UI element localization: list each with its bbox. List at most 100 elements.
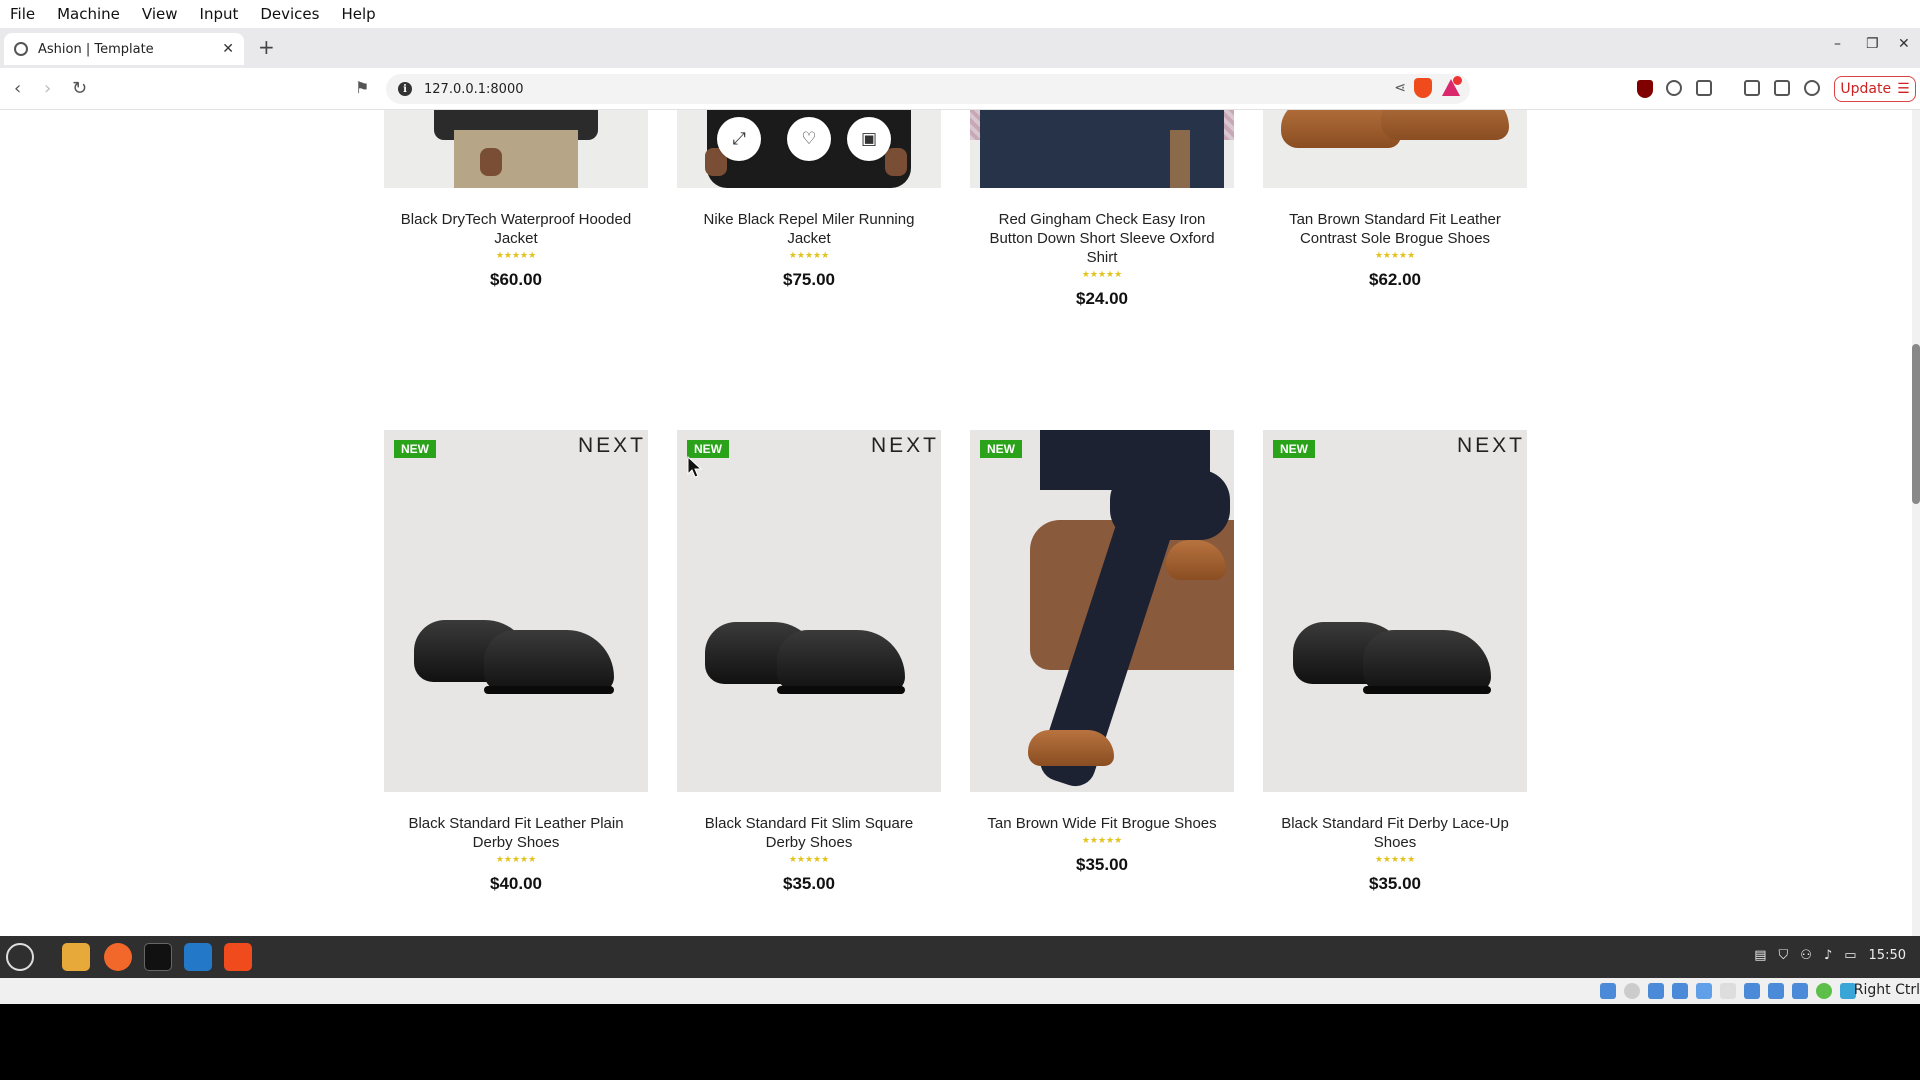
product-image[interactable] — [1263, 110, 1527, 188]
network-icon[interactable]: ⚇ — [1800, 948, 1812, 963]
wallet-icon[interactable] — [1774, 80, 1790, 96]
terminal-icon[interactable] — [144, 943, 172, 971]
restore-icon[interactable]: ❐ — [1866, 36, 1879, 52]
page-scrollbar[interactable] — [1912, 110, 1920, 936]
product-title[interactable]: Black Standard Fit Leather Plain Derby S… — [384, 814, 648, 852]
hdd-icon[interactable] — [1600, 983, 1616, 999]
battery-icon[interactable]: ▭ — [1844, 948, 1856, 963]
product-card[interactable]: NEW NEXT Black Standard Fit Slim Square … — [677, 430, 941, 894]
volume-icon[interactable]: ♪ — [1824, 948, 1832, 963]
leo-ai-icon[interactable] — [1804, 80, 1820, 96]
product-title[interactable]: Black Standard Fit Derby Lace-Up Shoes — [1263, 814, 1527, 852]
product-title[interactable]: Tan Brown Wide Fit Brogue Shoes — [970, 814, 1234, 833]
rating-stars: ★★★★★ — [1081, 836, 1123, 846]
product-price: $35.00 — [1369, 874, 1421, 893]
window-close-icon[interactable]: ✕ — [1898, 36, 1910, 52]
product-image[interactable]: NEW NEXT — [1263, 430, 1527, 792]
product-image[interactable]: ⤢ ♡ ▣ — [677, 110, 941, 188]
notification-badge — [1453, 76, 1462, 85]
product-grid-row-1: Black DryTech Waterproof Hooded Jacket ★… — [384, 110, 1528, 309]
product-card[interactable]: NEW NEXT Black Standard Fit Derby Lace-U… — [1263, 430, 1527, 894]
product-card[interactable]: ⤢ ♡ ▣ Nike Black Repel Miler Running Jac… — [677, 110, 941, 309]
new-tab-button[interactable]: + — [258, 35, 275, 59]
brave-icon[interactable] — [224, 943, 252, 971]
menu-input[interactable]: Input — [200, 5, 239, 23]
share-icon[interactable]: ⋖ — [1394, 80, 1406, 96]
usb-icon[interactable] — [1696, 983, 1712, 999]
product-card[interactable]: Tan Brown Standard Fit Leather Contrast … — [1263, 110, 1527, 309]
sidebar-icon[interactable] — [1744, 80, 1760, 96]
product-title[interactable]: Tan Brown Standard Fit Leather Contrast … — [1263, 210, 1527, 248]
rating-stars: ★★★★★ — [1374, 251, 1416, 261]
close-tab-icon[interactable]: ✕ — [222, 41, 234, 57]
extensions-icon[interactable] — [1666, 80, 1682, 96]
new-badge: NEW — [1273, 440, 1315, 458]
back-icon[interactable]: ‹ — [14, 78, 21, 99]
scrollbar-thumb[interactable] — [1912, 344, 1920, 504]
menu-view[interactable]: View — [142, 5, 178, 23]
menu-help[interactable]: Help — [341, 5, 375, 23]
recording-icon[interactable] — [1768, 983, 1784, 999]
product-image[interactable]: NEW — [970, 430, 1234, 792]
clock[interactable]: 15:50 — [1869, 948, 1906, 963]
menu-machine[interactable]: Machine — [57, 5, 120, 23]
product-title[interactable]: Nike Black Repel Miler Running Jacket — [677, 210, 941, 248]
display-icon[interactable] — [1744, 983, 1760, 999]
menu-file[interactable]: File — [10, 5, 35, 23]
shield-icon[interactable]: ⛉ — [1779, 948, 1789, 963]
rating-stars: ★★★★★ — [788, 251, 830, 261]
system-tray: ▤ ⛉ ⚇ ♪ ▭ 15:50 — [1754, 948, 1906, 963]
files-icon[interactable] — [62, 943, 90, 971]
brand-logo: NEXT — [870, 434, 939, 457]
forward-icon[interactable]: › — [44, 78, 51, 99]
bookmark-icon[interactable]: ⚑ — [355, 78, 369, 97]
ublock-icon[interactable] — [1637, 80, 1653, 98]
brave-shield-icon[interactable] — [1414, 78, 1432, 98]
bag-icon[interactable]: ▣ — [847, 117, 891, 161]
rating-stars: ★★★★★ — [788, 855, 830, 865]
vscode-icon[interactable] — [184, 943, 212, 971]
clipboard-icon[interactable]: ▤ — [1754, 948, 1766, 963]
reload-icon[interactable]: ↻ — [72, 78, 87, 99]
brand-logo: NEXT — [1456, 434, 1525, 457]
guest-additions-icon[interactable] — [1816, 983, 1832, 999]
product-title[interactable]: Red Gingham Check Easy Iron Button Down … — [970, 210, 1234, 267]
globe-icon — [14, 42, 28, 56]
shared-folders-icon[interactable] — [1720, 983, 1736, 999]
rating-stars: ★★★★★ — [495, 855, 537, 865]
network-adapter-icon[interactable] — [1672, 983, 1688, 999]
product-card[interactable]: Black DryTech Waterproof Hooded Jacket ★… — [384, 110, 648, 309]
browser-tab-strip: Ashion | Template ✕ + – ❐ ✕ — [0, 28, 1920, 68]
cpu-icon[interactable] — [1792, 983, 1808, 999]
taskbar: ▤ ⛉ ⚇ ♪ ▭ 15:50 — [0, 936, 1920, 978]
audio-icon[interactable] — [1648, 983, 1664, 999]
address-bar[interactable]: i 127.0.0.1:8000 ⋖ — [386, 74, 1470, 104]
url-text: 127.0.0.1:8000 — [424, 81, 524, 97]
heart-icon[interactable]: ♡ — [787, 117, 831, 161]
product-title[interactable]: Black Standard Fit Slim Square Derby Sho… — [677, 814, 941, 852]
reading-list-icon[interactable] — [1696, 80, 1712, 96]
update-button[interactable]: Update ☰ — [1834, 76, 1916, 102]
update-label: Update — [1840, 81, 1892, 97]
product-image[interactable]: NEW NEXT — [677, 430, 941, 792]
product-price: $24.00 — [1076, 289, 1128, 308]
product-card[interactable]: NEW Tan Brown Wide Fit Brogue Shoes ★★★★… — [970, 430, 1234, 894]
browser-toolbar: ‹ › ↻ ⚑ i 127.0.0.1:8000 ⋖ Update ☰ — [0, 68, 1920, 110]
product-card[interactable]: NEW NEXT Black Standard Fit Leather Plai… — [384, 430, 648, 894]
vbox-menu-bar: File Machine View Input Devices Help — [0, 0, 1920, 28]
product-image[interactable] — [970, 110, 1234, 188]
product-image[interactable]: NEW NEXT — [384, 430, 648, 792]
optical-drive-icon[interactable] — [1624, 983, 1640, 999]
expand-icon[interactable]: ⤢ — [717, 117, 761, 161]
product-card[interactable]: Red Gingham Check Easy Iron Button Down … — [970, 110, 1234, 309]
minimize-icon[interactable]: – — [1834, 36, 1841, 52]
menu-devices[interactable]: Devices — [260, 5, 319, 23]
web-page: Black DryTech Waterproof Hooded Jacket ★… — [0, 110, 1920, 936]
site-info-icon[interactable]: i — [398, 82, 412, 96]
product-image[interactable] — [384, 110, 648, 188]
firefox-icon[interactable] — [104, 943, 132, 971]
product-title[interactable]: Black DryTech Waterproof Hooded Jacket — [384, 210, 648, 248]
mint-menu-icon[interactable] — [6, 943, 34, 971]
screen: File Machine View Input Devices Help Ash… — [0, 0, 1920, 1080]
browser-tab[interactable]: Ashion | Template ✕ — [4, 33, 244, 65]
